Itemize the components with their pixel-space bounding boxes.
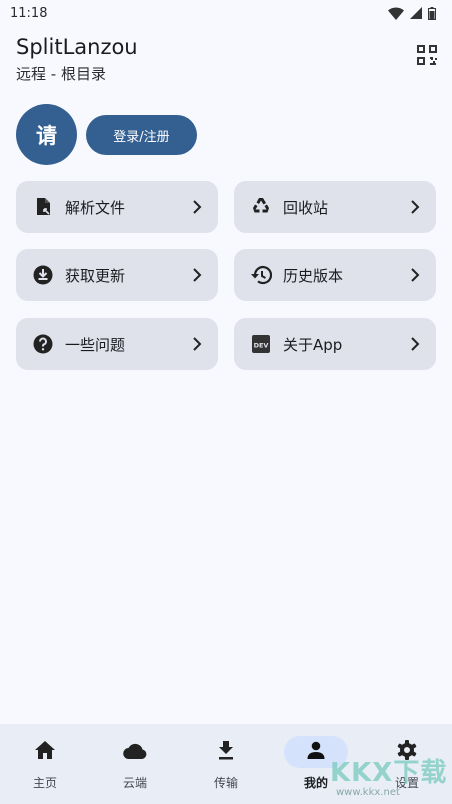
app-header: SplitLanzou 远程 - 根目录 (16, 34, 138, 84)
dev-icon: DEV (250, 333, 272, 355)
nav-cloud[interactable]: 云端 (90, 724, 180, 804)
nav-transfer[interactable]: 传输 (181, 724, 271, 804)
battery-icon (428, 6, 436, 20)
cloud-icon (123, 742, 147, 763)
login-register-label: 登录/注册 (113, 129, 170, 145)
gear-icon (397, 740, 417, 764)
card-about-app[interactable]: DEV 关于App (234, 318, 436, 370)
app-title: SplitLanzou (16, 35, 138, 59)
home-icon (35, 741, 55, 763)
current-path: 远程 - 根目录 (16, 65, 106, 83)
download-icon (218, 740, 234, 764)
svg-text:DEV: DEV (254, 341, 269, 349)
card-faq[interactable]: 一些问题 (16, 318, 218, 370)
avatar-text: 请 (36, 123, 57, 148)
chevron-right-icon (188, 335, 206, 353)
card-label: 回收站 (283, 198, 329, 217)
chevron-right-icon (406, 266, 424, 284)
chevron-right-icon (406, 198, 424, 216)
nav-home[interactable]: 主页 (0, 724, 90, 804)
nav-icon-container (103, 736, 167, 768)
nav-label: 我的 (303, 776, 328, 790)
person-icon (307, 741, 325, 763)
history-icon (250, 264, 272, 286)
nav-icon-container (13, 736, 77, 768)
card-parse-file[interactable]: 解析文件 (16, 181, 218, 233)
card-label: 关于App (283, 335, 343, 354)
card-check-update[interactable]: 获取更新 (16, 249, 218, 301)
bottom-navigation: 主页 云端 传输 我的 设置 (0, 724, 452, 804)
qr-scan-button[interactable] (414, 44, 440, 70)
card-label: 一些问题 (65, 335, 126, 354)
help-circle-icon (32, 333, 54, 355)
nav-icon-container (284, 736, 348, 768)
nav-icon-container (375, 736, 439, 768)
chevron-right-icon (406, 335, 424, 353)
qr-scan-icon (416, 44, 438, 70)
nav-label: 设置 (394, 776, 419, 790)
file-link-icon (32, 196, 54, 218)
card-label: 解析文件 (65, 198, 126, 217)
nav-mine[interactable]: 我的 (271, 724, 361, 804)
chevron-right-icon (188, 266, 206, 284)
card-label: 历史版本 (283, 266, 344, 285)
recycle-icon (250, 196, 272, 218)
status-time: 11:18 (10, 5, 48, 21)
card-recycle-bin[interactable]: 回收站 (234, 181, 436, 233)
nav-label: 主页 (32, 776, 57, 790)
nav-label: 传输 (213, 776, 238, 790)
signal-icon (410, 7, 422, 19)
status-bar: 11:18 (0, 0, 452, 26)
avatar[interactable]: 请 (16, 104, 77, 165)
card-history-versions[interactable]: 历史版本 (234, 249, 436, 301)
status-icons (388, 6, 436, 20)
nav-settings[interactable]: 设置 (362, 724, 452, 804)
chevron-right-icon (188, 198, 206, 216)
card-label: 获取更新 (65, 266, 126, 285)
download-circle-icon (32, 264, 54, 286)
nav-label: 云端 (122, 776, 147, 790)
nav-icon-container (194, 736, 258, 768)
wifi-icon (388, 6, 404, 20)
login-register-button[interactable]: 登录/注册 (86, 115, 197, 155)
